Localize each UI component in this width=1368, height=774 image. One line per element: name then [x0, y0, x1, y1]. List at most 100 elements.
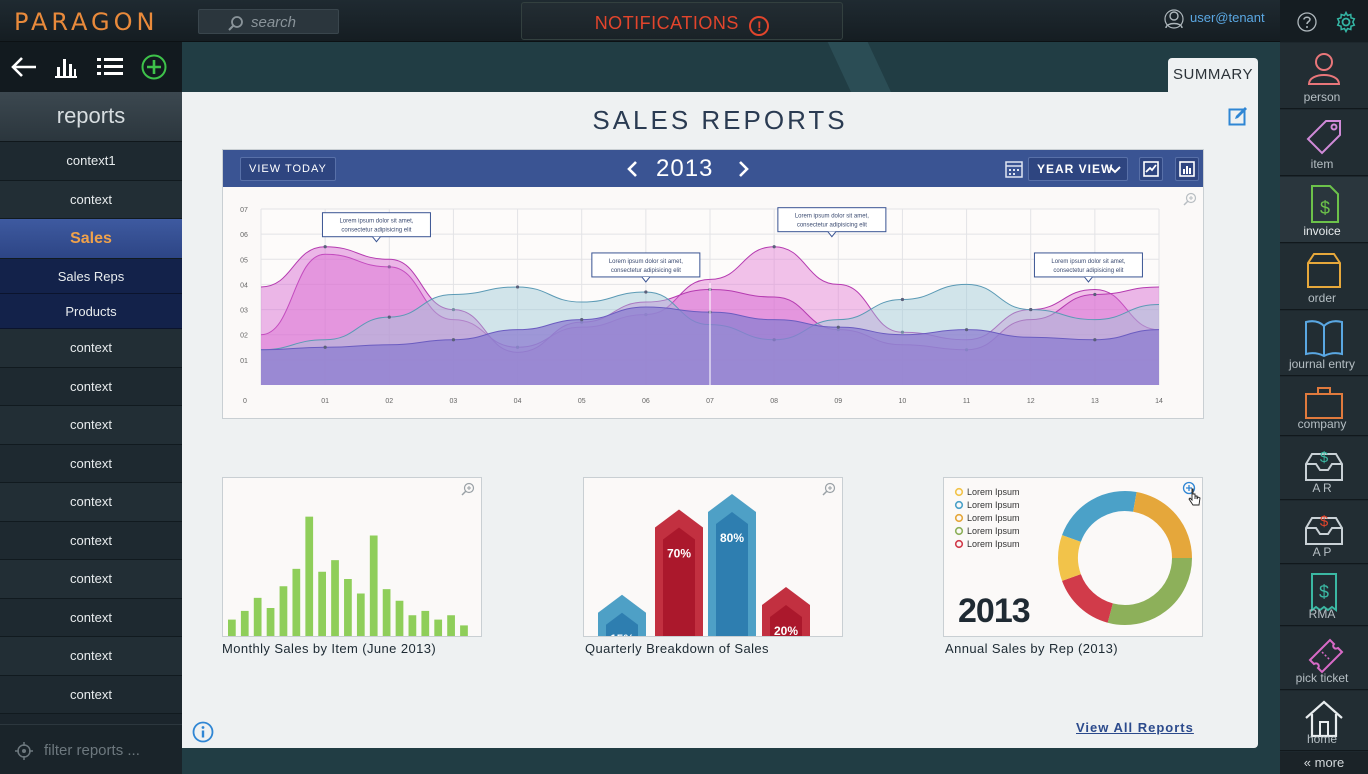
more-button[interactable]: « more	[1280, 752, 1368, 774]
chevron-left-icon[interactable]	[625, 157, 641, 181]
chevron-right-icon[interactable]	[735, 157, 751, 181]
bar[interactable]	[331, 560, 339, 637]
arrow-bar[interactable]: 20%	[762, 587, 810, 637]
help-icon[interactable]	[1297, 12, 1317, 32]
line-chart-toggle[interactable]	[1139, 157, 1163, 181]
data-point[interactable]	[451, 338, 456, 342]
notifications-button[interactable]: NOTIFICATIONS !	[521, 2, 843, 40]
bar[interactable]	[356, 593, 365, 638]
data-point[interactable]	[387, 315, 391, 319]
nav-company[interactable]: company	[1280, 377, 1368, 436]
search-box[interactable]	[198, 9, 339, 34]
menu-item[interactable]: context	[0, 406, 182, 445]
inbox-out-icon: $	[1305, 513, 1343, 545]
nav-item[interactable]: item	[1280, 110, 1368, 176]
donut-slice[interactable]	[1107, 557, 1192, 625]
bar-chart-toggle[interactable]	[1175, 157, 1199, 181]
ticket-icon	[1308, 638, 1344, 674]
bar[interactable]	[279, 586, 288, 637]
nav-a-p[interactable]: $ A P	[1280, 501, 1368, 564]
annual-card[interactable]: Lorem Ipsum Lorem Ipsum Lorem Ipsum Lorem I…	[943, 477, 1203, 637]
menu-item[interactable]: context	[0, 637, 182, 676]
data-point[interactable]	[964, 328, 969, 332]
nav-pick-ticket[interactable]: pick ticket	[1280, 627, 1368, 690]
data-point[interactable]	[1029, 307, 1033, 312]
data-point[interactable]	[323, 345, 327, 349]
bar[interactable]	[421, 610, 430, 637]
view-today-button[interactable]: VIEW TODAY	[240, 157, 336, 181]
menu-item[interactable]: context	[0, 329, 182, 368]
bar[interactable]	[447, 615, 455, 637]
bar[interactable]	[266, 608, 275, 637]
add-icon[interactable]	[141, 54, 167, 80]
submenu-item[interactable]: Products	[0, 294, 182, 329]
nav-rma[interactable]: $ RMA	[1280, 565, 1368, 626]
search-input[interactable]	[251, 13, 336, 31]
nav-order[interactable]: order	[1280, 244, 1368, 310]
menu-item[interactable]: context	[0, 180, 182, 219]
view-all-reports-link[interactable]: View All Reports	[1076, 720, 1194, 735]
menu-item[interactable]: context	[0, 483, 182, 522]
bar[interactable]	[382, 589, 391, 637]
menu-item[interactable]: context1	[0, 142, 182, 181]
arrow-bar[interactable]: 70%	[655, 509, 703, 638]
edit-icon[interactable]	[1228, 106, 1248, 126]
bar[interactable]	[318, 571, 326, 637]
data-point[interactable]	[580, 318, 584, 322]
menu-item[interactable]: context	[0, 560, 182, 599]
nav-journal-entry[interactable]: journal entry	[1280, 311, 1368, 376]
menu-item-sales[interactable]: Sales	[0, 219, 182, 259]
calendar-icon[interactable]	[1005, 160, 1023, 178]
menu-item[interactable]: context	[0, 444, 182, 483]
nav-a-r[interactable]: $ A R	[1280, 437, 1368, 500]
bar[interactable]	[292, 568, 301, 637]
donut-slice[interactable]	[1058, 535, 1081, 581]
arrow-bar[interactable]: 15%	[598, 594, 646, 637]
user-name: user@tenant	[1190, 10, 1265, 25]
menu-item[interactable]: context	[0, 598, 182, 637]
back-arrow-icon[interactable]	[10, 55, 38, 79]
data-point[interactable]	[1093, 338, 1097, 342]
submenu-item[interactable]: Sales Reps	[0, 259, 182, 294]
bar[interactable]	[344, 579, 352, 637]
nav-invoice[interactable]: $ invoice	[1280, 177, 1368, 243]
bar[interactable]	[240, 610, 249, 637]
data-point[interactable]	[1093, 292, 1097, 297]
menu-item[interactable]: context	[0, 367, 182, 406]
nav-person[interactable]: person	[1280, 43, 1368, 109]
arrow-bar[interactable]: 80%	[708, 494, 756, 637]
bar[interactable]	[408, 615, 417, 637]
data-point[interactable]	[836, 325, 840, 329]
data-point[interactable]	[772, 245, 776, 249]
menu-item[interactable]: context	[0, 675, 182, 714]
monthly-sales-card[interactable]	[222, 477, 482, 637]
list-icon[interactable]	[96, 55, 124, 79]
filter-input[interactable]	[44, 740, 174, 760]
donut-slice[interactable]	[1132, 492, 1192, 559]
info-icon[interactable]	[192, 721, 214, 743]
data-point[interactable]	[323, 245, 327, 249]
bar[interactable]	[395, 600, 404, 637]
bar[interactable]	[253, 597, 262, 637]
menu-item[interactable]: context	[0, 521, 182, 560]
year-view-select[interactable]: YEAR VIEW	[1028, 157, 1128, 181]
data-point[interactable]	[515, 285, 520, 289]
bar[interactable]	[228, 619, 236, 637]
bar[interactable]	[369, 535, 378, 638]
data-point[interactable]	[900, 297, 905, 302]
bar[interactable]	[460, 625, 468, 637]
x-tick-label: 12	[1027, 398, 1035, 405]
settings-gear-icon[interactable]	[1335, 11, 1357, 33]
nav-home[interactable]: home	[1280, 691, 1368, 751]
tab-summary[interactable]: SUMMARY	[1168, 58, 1258, 92]
bar[interactable]	[434, 619, 443, 637]
data-point[interactable]	[644, 290, 648, 294]
quarterly-card[interactable]: 15% 70% 80% 20%	[583, 477, 843, 637]
donut-slice[interactable]	[1062, 491, 1137, 543]
donut-slice[interactable]	[1062, 573, 1114, 623]
bar-chart-icon[interactable]	[53, 55, 79, 79]
user-menu[interactable]: user@tenant	[1164, 9, 1265, 29]
filter-box[interactable]	[0, 724, 182, 774]
app-logo[interactable]: PARAGON	[14, 8, 159, 36]
bar[interactable]	[305, 516, 314, 637]
